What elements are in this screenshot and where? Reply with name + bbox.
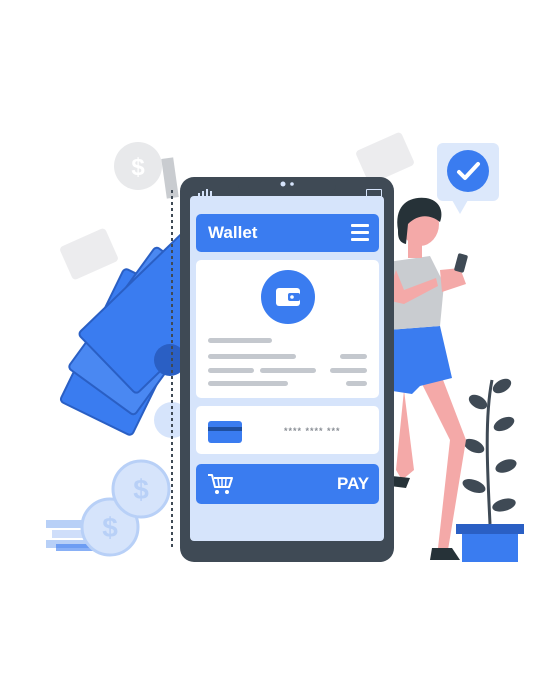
- phone-notch: [238, 177, 336, 193]
- shopping-cart-icon: [207, 472, 235, 496]
- wallet-icon: [261, 270, 315, 324]
- battery-icon: [366, 189, 382, 197]
- credit-card-icon: [208, 421, 242, 443]
- placeholder-line: [208, 381, 288, 386]
- svg-text:$: $: [131, 154, 145, 181]
- plant-icon: [456, 378, 524, 562]
- grey-coin-icon: $: [114, 142, 162, 190]
- placeholder-line: [260, 368, 316, 373]
- notification-bubble-tail: [452, 200, 468, 214]
- pay-button-label: PAY: [337, 474, 370, 493]
- svg-text:$: $: [133, 474, 149, 505]
- placeholder-line: [208, 338, 272, 343]
- card-number: **** **** ***: [284, 426, 341, 436]
- app-title: Wallet: [208, 223, 258, 242]
- price-tag-icon: [161, 157, 179, 199]
- checkmark-icon: [447, 150, 489, 192]
- grey-card-icon-2: [60, 228, 118, 280]
- signal-icon: [198, 189, 214, 199]
- placeholder-line: [330, 368, 367, 373]
- woman-character: [386, 197, 468, 560]
- illustration-scene: $ $ $ Wallet **** **** *** PAY: [0, 0, 557, 674]
- svg-text:$: $: [102, 512, 118, 543]
- placeholder-line: [340, 354, 367, 359]
- coin-stack-icon: $ $: [46, 459, 171, 557]
- placeholder-line: [346, 381, 367, 386]
- placeholder-line: [208, 368, 254, 373]
- hamburger-menu-icon[interactable]: [351, 224, 369, 241]
- placeholder-line: [208, 354, 296, 359]
